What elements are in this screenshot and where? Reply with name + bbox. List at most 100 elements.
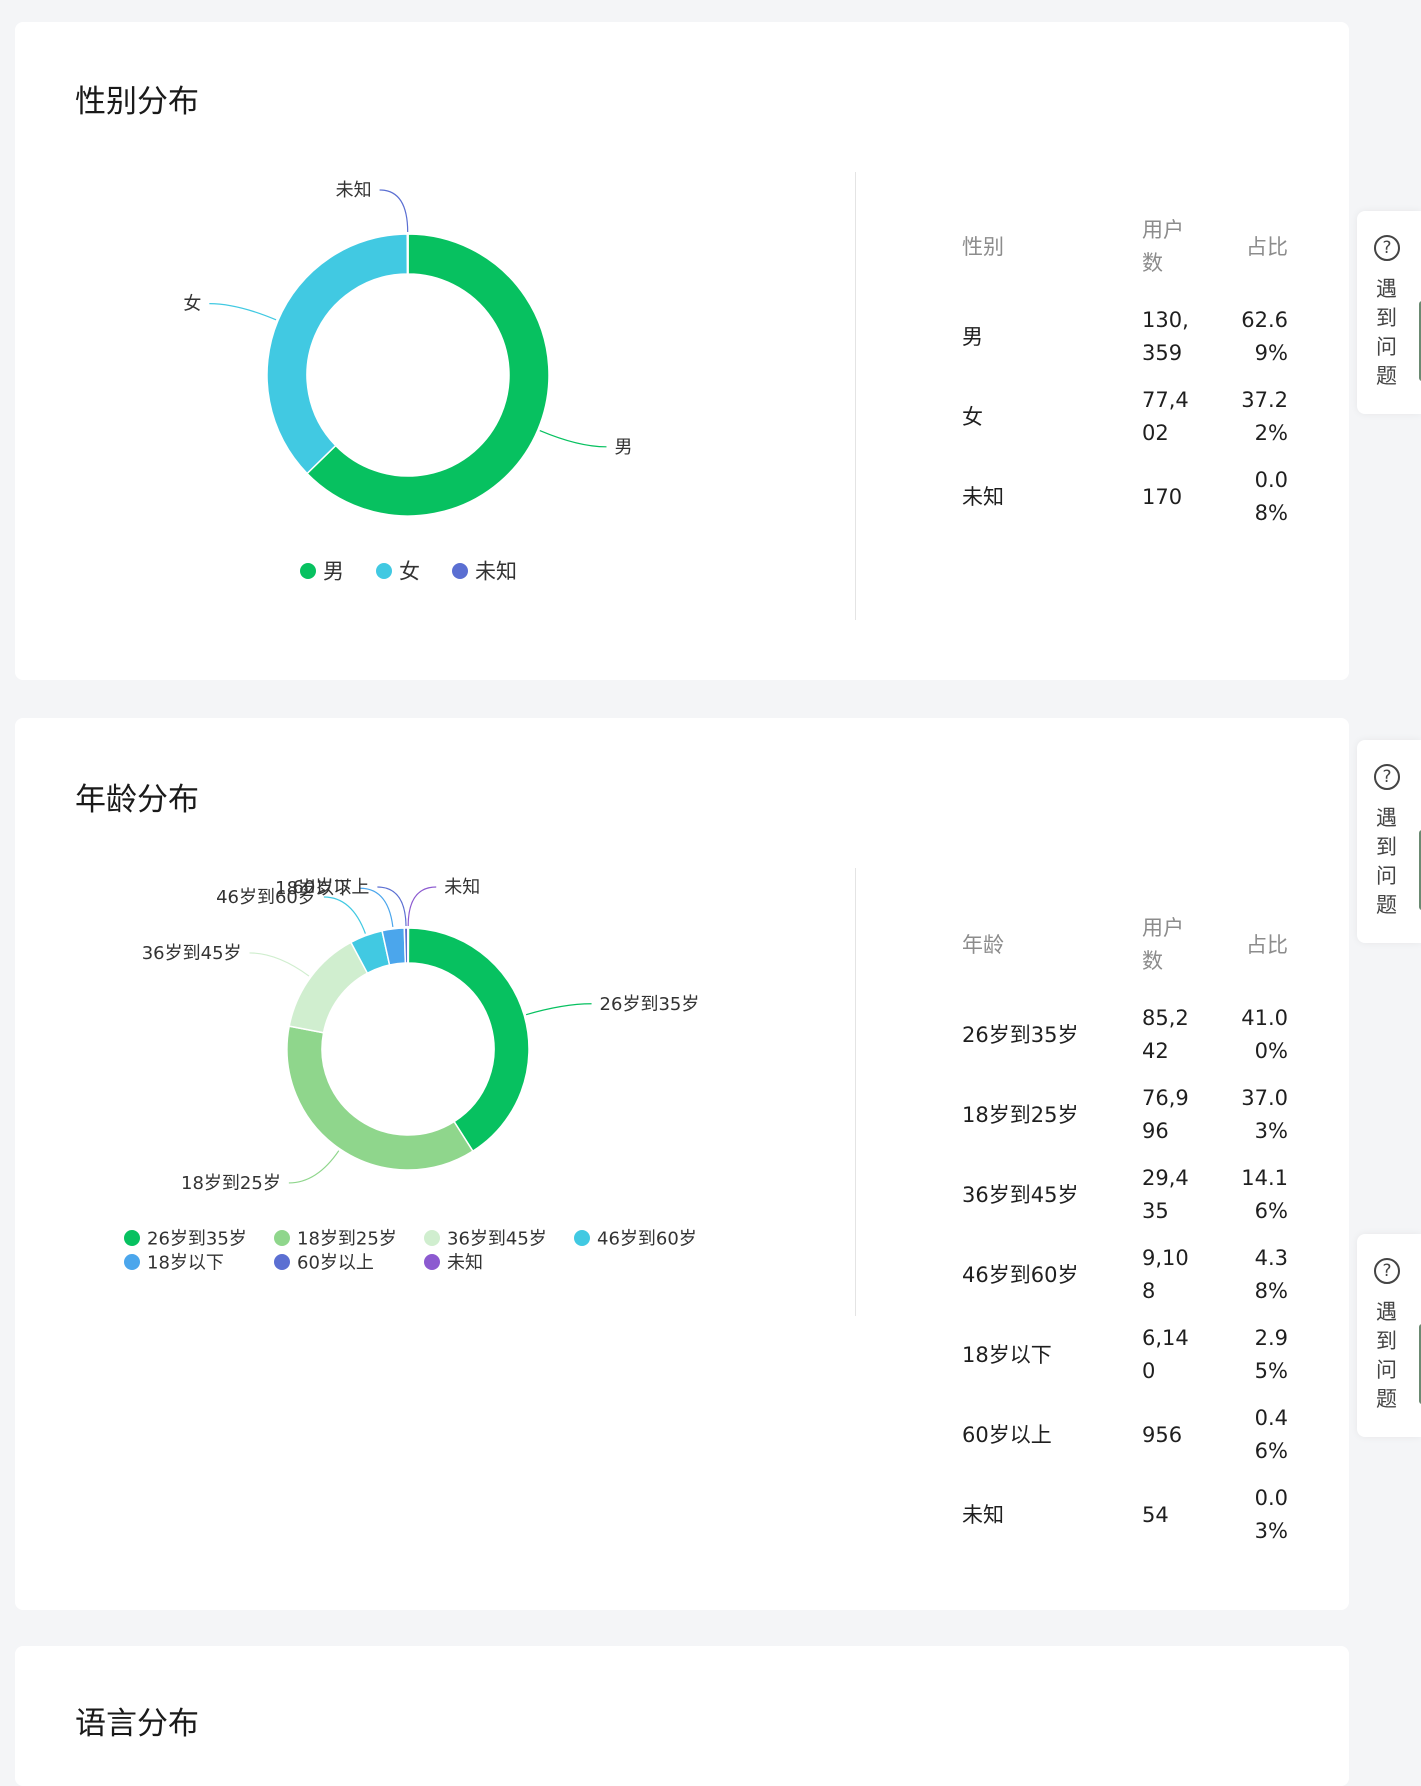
legend-label[interactable]: 26岁到35岁 [147, 1228, 247, 1249]
help-tab[interactable]: ? 遇到问题 [1357, 211, 1421, 414]
row-category: 18岁到25岁 [962, 1102, 1079, 1127]
table-row: 女 77,402 37.22% [962, 377, 1302, 457]
donut-slice[interactable] [288, 941, 369, 1034]
age-donut-chart: 26岁到35岁18岁到25岁36岁到45岁46岁到60岁18岁以下60岁以上 未知… [124, 877, 699, 1273]
row-category: 36岁到45岁 [962, 1182, 1079, 1207]
age-table-header: 年龄 用户数 占比 [962, 895, 1302, 995]
row-ratio: 0.03% [1254, 1486, 1288, 1543]
row-category: 26岁到35岁 [962, 1022, 1079, 1047]
legend-label[interactable]: 男 [323, 560, 344, 584]
legend-label[interactable]: 女 [399, 560, 420, 584]
slice-label: 女 [183, 294, 201, 315]
gender-table: 性别 用户数 占比 男 130,359 62.69% 女 77,402 37.2… [962, 197, 1302, 537]
legend-label[interactable]: 未知 [447, 1252, 483, 1273]
donut-slice[interactable] [266, 233, 409, 475]
age-header-category: 年龄 [962, 932, 1004, 957]
donut-slice[interactable] [407, 927, 530, 1153]
legend-dot[interactable] [124, 1230, 140, 1246]
row-category: 46岁到60岁 [962, 1262, 1079, 1287]
help-tab[interactable]: ? 遇到问题 [1357, 1234, 1421, 1437]
row-category: 女 [962, 404, 983, 429]
label-leader-line [525, 1003, 592, 1016]
row-ratio: 0.46% [1254, 1406, 1288, 1463]
legend-dot[interactable] [424, 1254, 440, 1270]
table-row: 18岁到25岁 76,996 37.03% [962, 1075, 1302, 1155]
table-row: 36岁到45岁 29,435 14.16% [962, 1155, 1302, 1235]
legend-dot[interactable] [274, 1254, 290, 1270]
age-divider [855, 868, 856, 1316]
row-users: 77,402 [1142, 388, 1189, 445]
legend-label[interactable]: 60岁以上 [297, 1252, 374, 1273]
row-category: 男 [962, 324, 983, 349]
row-users: 29,435 [1142, 1166, 1189, 1223]
legend-label[interactable]: 46岁到60岁 [597, 1228, 697, 1249]
question-circle-icon: ? [1374, 764, 1400, 790]
language-card: 语言分布 [15, 1646, 1349, 1786]
gender-donut-chart: 男女未知男女未知 [183, 180, 632, 584]
gender-header-users: 用户数 [1142, 218, 1184, 275]
legend-dot[interactable] [452, 563, 468, 579]
table-row: 未知 170 0.08% [962, 457, 1302, 537]
legend-label[interactable]: 36岁到45岁 [447, 1228, 547, 1249]
slice-label: 男 [614, 437, 632, 458]
row-ratio: 37.03% [1241, 1086, 1288, 1143]
slice-label: 18岁到25岁 [181, 1173, 281, 1194]
label-leader-line [539, 429, 607, 448]
legend-label[interactable]: 18岁到25岁 [297, 1228, 397, 1249]
row-category: 未知 [962, 1502, 1004, 1527]
age-table: 年龄 用户数 占比 26岁到35岁 85,242 41.00% 18岁到25岁 … [962, 895, 1302, 1555]
legend-dot[interactable] [574, 1230, 590, 1246]
row-users: 6,140 [1142, 1326, 1189, 1383]
gender-table-header: 性别 用户数 占比 [962, 197, 1302, 297]
table-row: 未知 54 0.03% [962, 1475, 1302, 1555]
question-circle-icon: ? [1374, 235, 1400, 261]
row-users: 956 [1142, 1422, 1183, 1447]
gender-header-ratio: 占比 [1246, 234, 1288, 259]
table-row: 46岁到60岁 9,108 4.38% [962, 1235, 1302, 1315]
legend-dot[interactable] [376, 563, 392, 579]
legend-dot[interactable] [424, 1230, 440, 1246]
table-row: 18岁以下 6,140 2.95% [962, 1315, 1302, 1395]
row-ratio: 62.69% [1241, 308, 1288, 365]
table-row: 男 130,359 62.69% [962, 297, 1302, 377]
legend-dot[interactable] [274, 1230, 290, 1246]
legend-dot[interactable] [300, 563, 316, 579]
slice-label: 未知 [336, 180, 372, 201]
row-ratio: 0.08% [1254, 468, 1288, 525]
legend-label[interactable]: 未知 [475, 560, 517, 584]
row-ratio: 14.16% [1241, 1166, 1288, 1223]
slice-label: 36岁到45岁 [142, 943, 242, 964]
slice-label: 未知 [444, 877, 480, 898]
label-leader-line [407, 886, 437, 927]
row-users: 130,359 [1142, 308, 1189, 365]
row-ratio: 2.95% [1254, 1326, 1288, 1383]
label-leader-line [323, 896, 366, 934]
help-tab[interactable]: ? 遇到问题 [1357, 740, 1421, 943]
gender-card: 性别分布 男女未知男女未知 性别 用户数 占比 男 130,359 62.69%… [15, 22, 1349, 680]
donut-slice[interactable] [286, 1025, 474, 1171]
age-header-users: 用户数 [1142, 916, 1184, 973]
row-users: 76,996 [1142, 1086, 1189, 1143]
slice-label: 60岁以上 [292, 877, 369, 898]
row-ratio: 4.38% [1254, 1246, 1288, 1303]
label-leader-line [249, 952, 310, 977]
label-leader-line [379, 189, 409, 233]
label-leader-line [209, 303, 277, 321]
gender-divider [855, 172, 856, 620]
row-category: 60岁以上 [962, 1422, 1052, 1447]
row-category: 18岁以下 [962, 1342, 1052, 1367]
question-circle-icon: ? [1374, 1258, 1400, 1284]
help-tab-label: 遇到问题 [1376, 277, 1397, 388]
table-row: 26岁到35岁 85,242 41.00% [962, 995, 1302, 1075]
row-category: 未知 [962, 484, 1004, 509]
row-users: 54 [1142, 1502, 1169, 1527]
language-title: 语言分布 [75, 1706, 199, 1742]
age-card: 年龄分布 26岁到35岁 18岁到25岁 36岁到45岁 46岁到60岁 18岁以下 60… [15, 718, 1349, 1610]
row-users: 9,108 [1142, 1246, 1189, 1303]
legend-dot[interactable] [124, 1254, 140, 1270]
donut-slice[interactable] [407, 927, 410, 964]
gender-header-category: 性别 [962, 234, 1004, 259]
donut-slice[interactable] [406, 233, 409, 275]
legend-label[interactable]: 18岁以下 [147, 1252, 224, 1273]
label-leader-line [288, 1150, 340, 1184]
